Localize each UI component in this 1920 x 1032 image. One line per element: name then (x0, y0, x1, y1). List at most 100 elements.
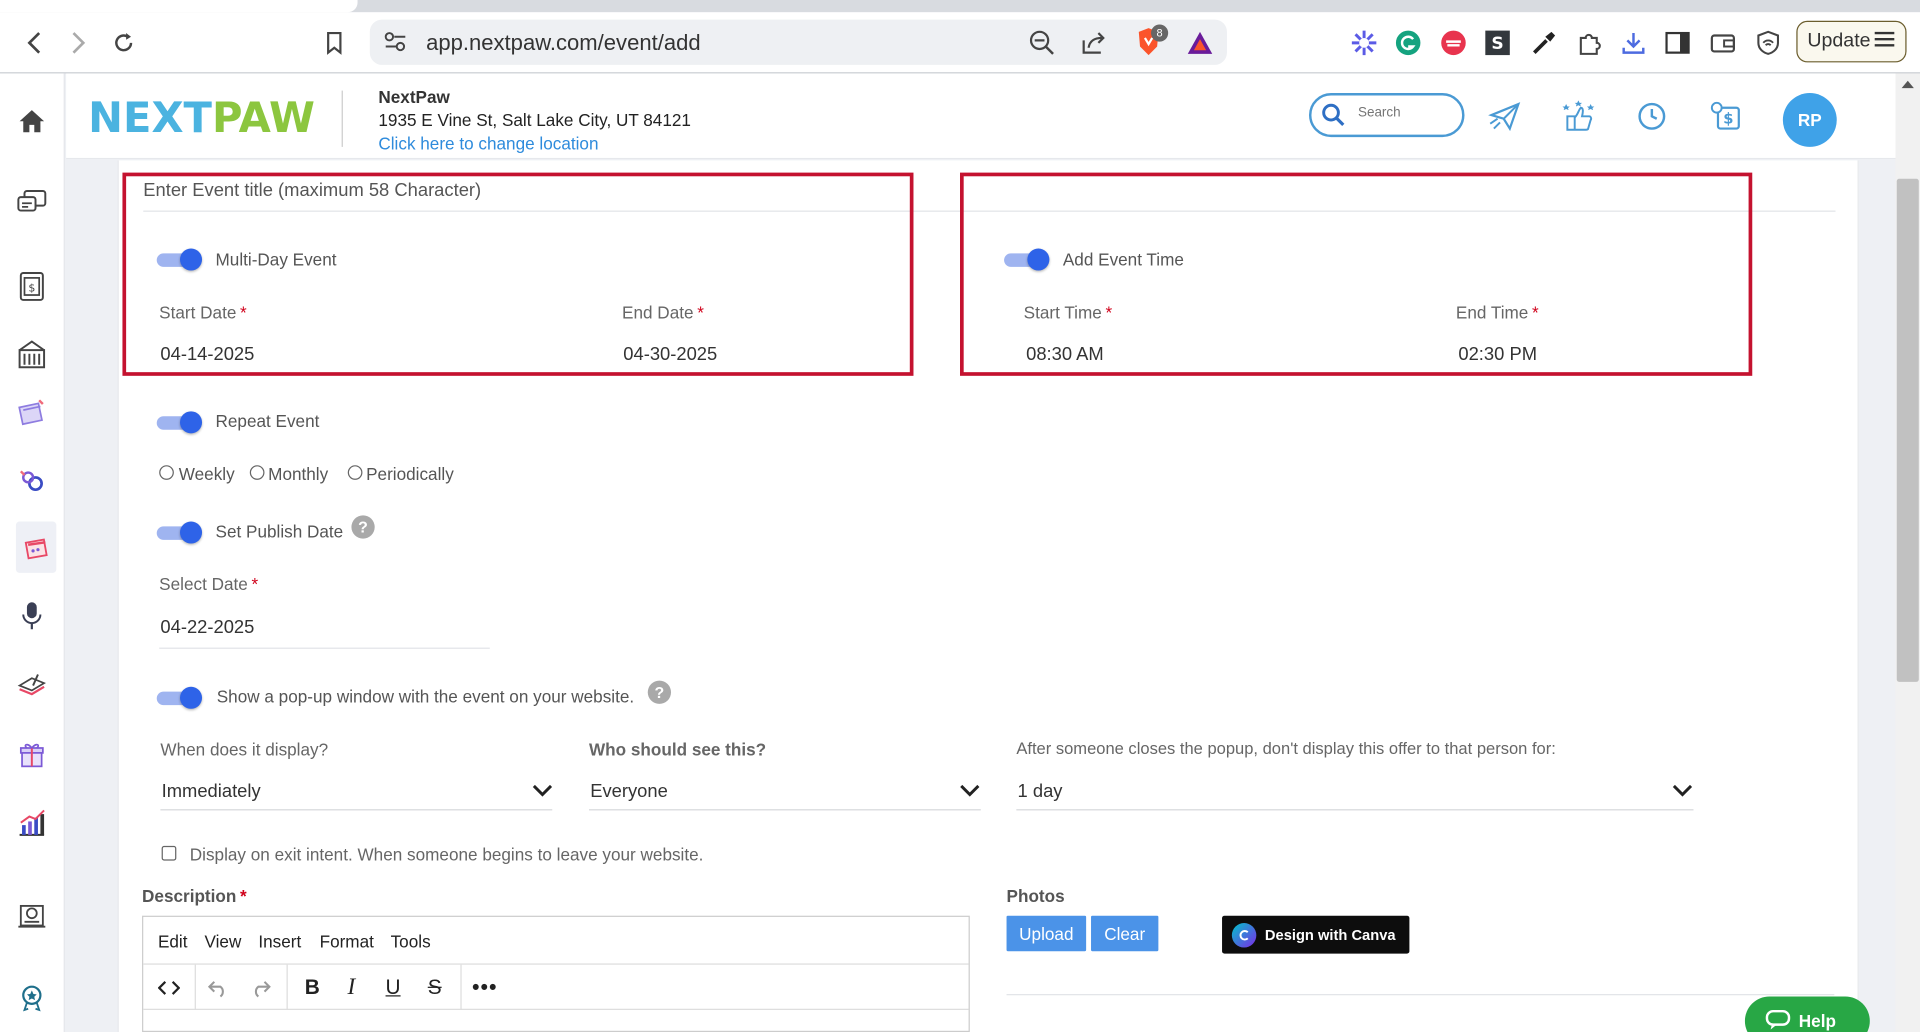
wallet-icon[interactable] (1707, 27, 1739, 59)
help-chat-button[interactable]: Help (1744, 996, 1870, 1032)
page-scrollbar[interactable] (1895, 73, 1920, 1032)
undo-icon[interactable] (202, 973, 234, 1002)
extensions-puzzle-icon[interactable] (1573, 27, 1605, 59)
publish-date-toggle[interactable] (156, 521, 204, 544)
change-location-link[interactable]: Click here to change location (378, 133, 598, 153)
user-avatar[interactable]: RP (1782, 93, 1837, 147)
reload-icon[interactable] (108, 27, 140, 59)
who-see-select[interactable]: Everyone (590, 781, 668, 802)
publish-date-label: Set Publish Date (215, 521, 344, 542)
publish-help-icon[interactable]: ? (351, 515, 375, 539)
browser-tab[interactable] (0, 0, 358, 13)
update-button[interactable]: Update (1796, 20, 1907, 63)
billing-gear-icon[interactable]: $ (1707, 98, 1744, 135)
bookmark-icon[interactable] (318, 27, 350, 59)
badge-award-icon[interactable] (13, 979, 50, 1016)
toolbar-divider (460, 964, 462, 1010)
add-time-toggle[interactable] (1004, 248, 1051, 271)
strikethrough-icon[interactable]: S (419, 973, 451, 1002)
vpn-shield-icon[interactable] (1752, 27, 1784, 59)
when-display-select[interactable]: Immediately (162, 781, 261, 802)
editor-menu-format[interactable]: Format (320, 932, 374, 952)
photos-underline (1006, 994, 1835, 996)
periodically-radio[interactable] (347, 465, 363, 480)
monthly-radio[interactable] (249, 465, 265, 480)
italic-icon[interactable]: I (336, 973, 368, 1002)
editor-menu-view[interactable]: View (204, 932, 241, 952)
more-icon[interactable]: ••• (469, 973, 501, 1002)
eyedropper-icon[interactable] (1528, 27, 1560, 59)
address-bar[interactable]: app.nextpaw.com/event/add 8 (369, 19, 1227, 65)
end-date-input[interactable]: 04-30-2025 (623, 344, 717, 365)
brave-rewards-icon[interactable] (1185, 29, 1214, 62)
periodically-label: Periodically (366, 463, 454, 484)
microphone-icon[interactable] (13, 597, 50, 634)
who-chevron-down-icon[interactable] (959, 783, 981, 798)
bold-icon[interactable]: B (296, 973, 328, 1002)
extension-red-icon[interactable] (1438, 27, 1470, 59)
multi-day-toggle[interactable] (156, 248, 204, 271)
description-editor[interactable]: Edit View Insert Format Tools B I U S ••… (142, 915, 970, 1032)
after-close-select[interactable]: 1 day (1018, 781, 1063, 802)
nextpaw-logo[interactable]: NEXTPAW (88, 94, 315, 143)
settings-machine-icon[interactable] (13, 896, 50, 933)
editor-menu-tools[interactable]: Tools (391, 932, 431, 952)
repeat-event-toggle[interactable] (156, 411, 204, 434)
pricing-icon[interactable]: $ (13, 268, 50, 305)
redo-icon[interactable] (245, 973, 277, 1002)
header-divider (341, 90, 343, 147)
end-time-input[interactable]: 02:30 PM (1458, 344, 1537, 365)
link-heart-icon[interactable] (13, 463, 50, 500)
select-date-input[interactable]: 04-22-2025 (160, 617, 254, 638)
design-with-canva-button[interactable]: Design with Canva (1222, 915, 1410, 954)
source-code-icon[interactable] (153, 973, 185, 1002)
extension-s-icon[interactable]: S (1482, 27, 1514, 59)
back-icon[interactable] (18, 27, 50, 59)
site-settings-icon[interactable] (383, 31, 407, 59)
book-icon[interactable] (13, 666, 50, 703)
download-icon[interactable] (1618, 27, 1650, 59)
after-close-chevron-down-icon[interactable] (1671, 783, 1693, 798)
start-time-input[interactable]: 08:30 AM (1026, 344, 1104, 365)
scroll-up-arrow-icon[interactable] (1901, 80, 1914, 89)
who-see-label: Who should see this? (588, 739, 767, 760)
clear-button[interactable]: Clear (1091, 915, 1159, 952)
home-icon[interactable] (13, 103, 50, 140)
popup-help-icon[interactable]: ? (647, 680, 672, 704)
building-icon[interactable] (13, 335, 50, 372)
exit-intent-checkbox[interactable] (161, 845, 177, 861)
weekly-label: Weekly (178, 463, 235, 484)
rating-stars-icon[interactable] (1560, 98, 1597, 135)
search-box[interactable] (1308, 93, 1465, 138)
gift-icon[interactable] (13, 735, 50, 772)
extension-sparkle-icon[interactable] (1348, 27, 1380, 59)
when-chevron-down-icon[interactable] (531, 783, 553, 798)
send-icon[interactable] (1487, 98, 1524, 135)
grammarly-icon[interactable] (1392, 27, 1424, 59)
search-input[interactable] (1357, 105, 1456, 120)
start-date-input[interactable]: 04-14-2025 (160, 344, 254, 365)
zoom-out-icon[interactable] (1029, 29, 1056, 62)
underline-icon[interactable]: U (377, 973, 409, 1002)
popup-toggle[interactable] (156, 686, 204, 709)
events-calendar-icon[interactable] (15, 521, 57, 573)
screen: app.nextpaw.com/event/add 8 S Update $ N… (0, 0, 1920, 1032)
sidebar-toggle-icon[interactable] (1662, 27, 1694, 59)
forward-icon[interactable] (62, 27, 94, 59)
add-time-label: Add Event Time (1062, 249, 1184, 270)
canva-label: Design with Canva (1264, 926, 1396, 944)
calendar-pencil-icon[interactable] (13, 394, 50, 431)
editor-menu-edit[interactable]: Edit (158, 932, 188, 952)
analytics-chart-icon[interactable] (13, 804, 50, 841)
share-icon[interactable] (1080, 29, 1107, 62)
app-sidebar: $ (0, 73, 65, 1032)
scrollbar-thumb[interactable] (1896, 178, 1919, 682)
editor-menu-insert[interactable]: Insert (258, 932, 301, 952)
chat-icon[interactable] (13, 184, 50, 221)
weekly-radio[interactable] (159, 465, 174, 480)
popup-label: Show a pop-up window with the event on y… (216, 686, 635, 707)
clock-icon[interactable] (1633, 98, 1670, 135)
when-underline (160, 809, 553, 811)
exit-intent-label: Display on exit intent. When someone beg… (189, 844, 704, 865)
upload-button[interactable]: Upload (1006, 915, 1087, 952)
